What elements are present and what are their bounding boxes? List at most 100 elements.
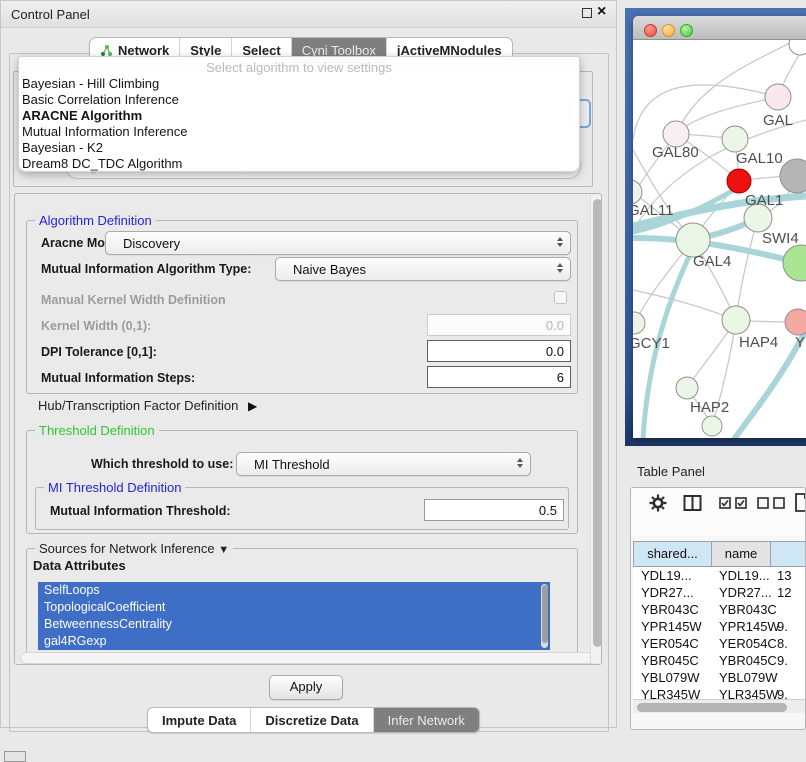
algorithm-definition-title: Algorithm Definition <box>35 213 156 228</box>
algorithm-definition-group: Algorithm Definition Aracne Mode: Discov… <box>26 220 578 394</box>
table-row[interactable]: YER054C YER054C 8. <box>633 635 805 652</box>
node-label: GAL10 <box>736 150 783 167</box>
tab-impute-data[interactable]: Impute Data <box>148 708 251 732</box>
table-row[interactable]: YPR145W YPR145W 9. <box>633 618 805 635</box>
table-horizontal-scrollbar[interactable] <box>633 699 805 713</box>
cell-name: YDL19... <box>719 568 770 583</box>
stepper-icon <box>557 263 563 273</box>
node-label: GAL11 <box>633 202 674 219</box>
screen: Control Panel × Network Style Select Cyn… <box>0 0 806 762</box>
table-row[interactable]: YBL079W YBL079W <box>633 669 805 686</box>
node[interactable] <box>765 84 791 110</box>
cell-shared-name: YBL079W <box>641 670 700 685</box>
table-body: YDL19... YDL19... 13 YDR27... YDR27... 1… <box>633 567 805 699</box>
hub-tf-definition-label: Hub/Transcription Factor Definition <box>38 398 238 413</box>
node[interactable] <box>722 126 748 152</box>
tab-discretize-label: Discretize Data <box>265 713 358 728</box>
document-icon[interactable] <box>795 493 806 512</box>
cell-name: YPR145W <box>719 619 780 634</box>
node[interactable] <box>780 159 806 193</box>
node-label: GAL4 <box>693 253 731 270</box>
dropdown-item-selected[interactable]: ARACNE Algorithm <box>22 108 572 124</box>
sources-title[interactable]: Sources for Network Inference ▼ <box>35 541 233 556</box>
node[interactable] <box>676 223 710 257</box>
node[interactable] <box>676 377 698 399</box>
hub-tf-definition-toggle[interactable]: Hub/Transcription Factor Definition ▶ <box>38 398 257 413</box>
dropdown-item[interactable]: Mutual Information Inference <box>22 124 572 140</box>
which-threshold-value: MI Threshold <box>254 457 330 472</box>
zoom-window-icon[interactable] <box>680 24 693 37</box>
cyni-algorithm-settings-group: Algorithm Definition Aracne Mode: Discov… <box>14 193 602 665</box>
deselect-checkboxes-icon[interactable] <box>757 497 787 509</box>
cell-name: YER054C <box>719 636 777 651</box>
mi-steps-label: Mutual Information Steps: <box>41 371 195 385</box>
manual-kernel-label: Manual Kernel Width Definition <box>41 293 226 307</box>
close-window-icon[interactable] <box>644 24 657 37</box>
gear-icon[interactable] <box>649 494 667 512</box>
mi-steps-input[interactable]: 6 <box>427 366 571 388</box>
which-threshold-label: Which threshold to use: <box>91 457 233 471</box>
tab-discretize-data[interactable]: Discretize Data <box>251 708 373 732</box>
cell-shared-name: YPR145W <box>641 619 702 634</box>
float-panel-icon[interactable] <box>582 8 592 18</box>
kernel-width-input[interactable]: 0.0 <box>427 314 571 336</box>
network-canvas[interactable]: GAL GAL80 GAL10 GAL1 GAL11 SWI4 GAL4 GCY… <box>633 40 806 438</box>
which-threshold-combo[interactable]: MI Threshold <box>236 452 531 476</box>
minimize-window-icon[interactable] <box>662 24 675 37</box>
node[interactable] <box>785 309 806 335</box>
node[interactable] <box>702 416 722 436</box>
node-label: Y <box>795 334 805 351</box>
stepper-icon <box>557 237 563 247</box>
node-label: HAP4 <box>739 334 778 351</box>
aracne-mode-combo[interactable]: Discovery <box>105 231 571 255</box>
cell-shared-name: YLR345W <box>641 687 700 699</box>
node[interactable] <box>783 245 806 281</box>
node[interactable] <box>722 306 750 334</box>
attribute-item-selected[interactable]: SelfLoops <box>38 582 550 599</box>
column-header-partial[interactable] <box>770 541 806 567</box>
manual-kernel-checkbox[interactable] <box>554 291 567 304</box>
minimized-panel-icon[interactable] <box>4 751 26 762</box>
column-header-shared-name[interactable]: shared... <box>633 541 712 567</box>
network-graph: GAL GAL80 GAL10 GAL1 GAL11 SWI4 GAL4 GCY… <box>633 40 806 438</box>
threshold-definition-title: Threshold Definition <box>35 423 159 438</box>
table-row[interactable]: YLR345W YLR345W 9. <box>633 686 805 699</box>
tab-infer-network[interactable]: Infer Network <box>374 708 479 732</box>
split-columns-icon[interactable] <box>683 494 702 512</box>
node[interactable] <box>789 40 806 55</box>
bottom-tabbar: Impute Data Discretize Data Infer Networ… <box>147 707 480 733</box>
node[interactable] <box>633 312 645 334</box>
close-panel-icon[interactable]: × <box>597 3 606 21</box>
dropdown-item[interactable]: Basic Correlation Inference <box>22 92 572 108</box>
table-row[interactable]: YDL19... YDL19... 13 <box>633 567 805 584</box>
dropdown-item[interactable]: Dream8 DC_TDC Algorithm <box>22 156 572 172</box>
threshold-definition-group: Threshold Definition Which threshold to … <box>26 430 578 534</box>
node-selected[interactable] <box>727 169 751 193</box>
table-row[interactable]: YBR045C YBR045C 9. <box>633 652 805 669</box>
table-row[interactable]: YDR27... YDR27... 12 <box>633 584 805 601</box>
dropdown-item[interactable]: Bayesian - K2 <box>22 140 572 156</box>
mi-threshold-input[interactable]: 0.5 <box>424 499 564 521</box>
cell-shared-name: YBR043C <box>641 602 699 617</box>
column-header-name[interactable]: name <box>711 541 771 567</box>
list-vertical-scrollbar[interactable] <box>541 584 548 648</box>
attribute-item-selected[interactable]: gal4RGexp <box>38 633 550 650</box>
settings-horizontal-scrollbar[interactable] <box>20 652 596 664</box>
select-all-checkboxes-icon[interactable] <box>719 497 749 509</box>
algorithm-dropdown: Select algorithm to view settings Bayesi… <box>18 56 580 172</box>
attribute-item-selected[interactable]: BetweennessCentrality <box>38 616 550 633</box>
kernel-width-label: Kernel Width (0,1): <box>41 319 151 333</box>
mi-threshold-definition-title: MI Threshold Definition <box>44 480 185 495</box>
attribute-item-selected[interactable]: TopologicalCoefficient <box>38 599 550 616</box>
mi-type-combo[interactable]: Naive Bayes <box>275 257 571 281</box>
dropdown-item[interactable]: Bayesian - Hill Climbing <box>22 76 572 92</box>
apply-button[interactable]: Apply <box>269 675 343 700</box>
cell-value: 12 <box>777 585 791 600</box>
dpi-tolerance-input[interactable]: 0.0 <box>427 340 571 362</box>
expand-arrow-icon: ▶ <box>248 399 257 413</box>
mi-type-label: Mutual Information Algorithm Type: <box>41 262 251 276</box>
table-row[interactable]: YBR043C YBR043C <box>633 601 805 618</box>
tab-infer-label: Infer Network <box>388 713 465 728</box>
settings-vertical-scrollbar[interactable] <box>590 195 602 663</box>
cell-value: 13 <box>777 568 791 583</box>
